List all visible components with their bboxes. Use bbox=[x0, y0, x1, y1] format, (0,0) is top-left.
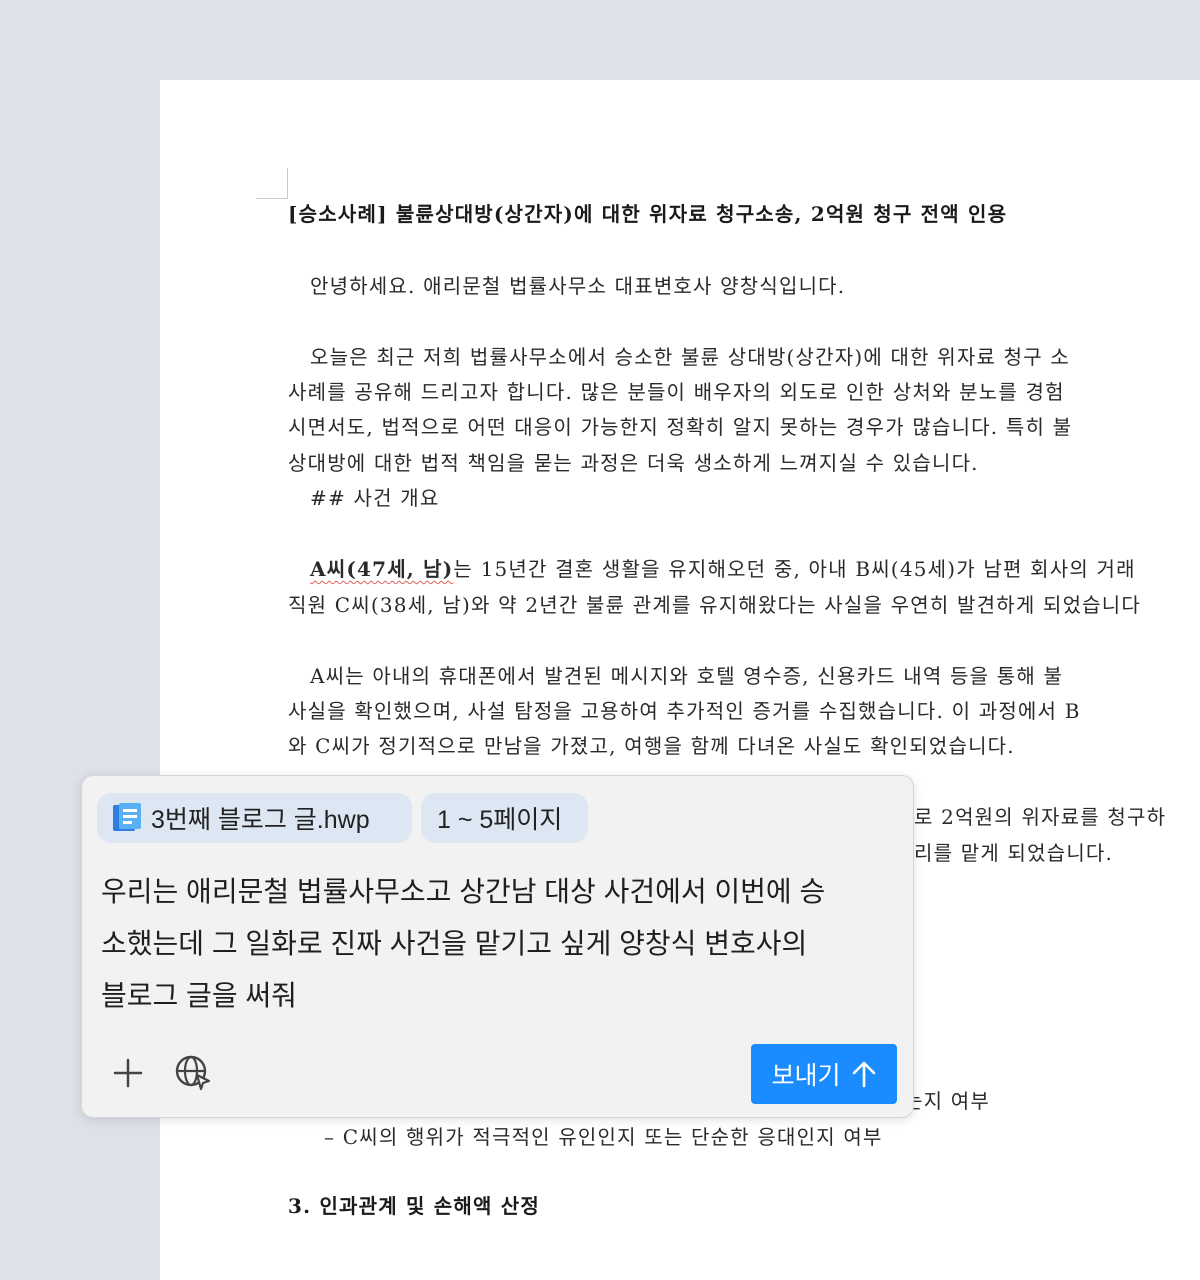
margin-corner-mark bbox=[287, 168, 288, 199]
prompt-line: 우리는 애리문철 법률사무소고 상간남 대상 사건에서 이번에 승 bbox=[101, 876, 826, 907]
paragraph-line: 상대방에 대한 법적 책임을 묻는 과정은 더욱 생소하게 느껴지실 수 있습니… bbox=[288, 451, 979, 475]
section-heading: 3. 인과관계 및 손해액 산정 bbox=[288, 1194, 540, 1218]
arrow-up-icon bbox=[852, 1061, 875, 1088]
paragraph-line: 사례를 공유해 드리고자 합니다. 많은 분들이 배우자의 외도로 인한 상처와… bbox=[288, 380, 1065, 404]
page-range-label: 1 ~ 5페이지 bbox=[437, 806, 563, 834]
add-attachment-button[interactable] bbox=[104, 1049, 152, 1097]
ai-chat-panel: 3번째 블로그 글.hwp 1 ~ 5페이지 우리는 애리문철 법률사무소고 상… bbox=[81, 775, 914, 1118]
bold-subject: A씨(47세, 남) bbox=[310, 557, 454, 581]
globe-cursor-icon bbox=[175, 1055, 211, 1091]
send-label: 보내기 bbox=[771, 1062, 841, 1090]
paragraph-fragment: 리를 맡게 되었습니다. bbox=[914, 841, 1114, 865]
margin-corner-mark bbox=[256, 198, 288, 199]
file-name: 3번째 블로그 글.hwp bbox=[151, 806, 370, 834]
web-search-button[interactable] bbox=[169, 1049, 217, 1097]
section-heading: ## 사건 개요 bbox=[310, 486, 440, 510]
bullet-item: – C씨의 행위가 적극적인 유인인지 또는 단순한 응대인지 여부 bbox=[324, 1125, 883, 1149]
page-range-chip[interactable]: 1 ~ 5페이지 bbox=[421, 793, 588, 843]
prompt-line: 블로그 글을 써줘 bbox=[101, 980, 297, 1011]
paragraph-line: 시면서도, 법적으로 어떤 대응이 가능한지 정확히 알지 못하는 경우가 많습… bbox=[288, 415, 1073, 439]
paragraph-line: 와 C씨가 정기적으로 만남을 가졌고, 여행을 함께 다녀온 사실도 확인되었… bbox=[288, 734, 1015, 758]
send-button[interactable]: 보내기 bbox=[751, 1044, 897, 1104]
paragraph-fragment: 로 2억원의 위자료를 청구하 bbox=[914, 805, 1167, 829]
prompt-line: 소했는데 그 일화로 진짜 사건을 맡기고 싶게 양창식 변호사의 bbox=[101, 928, 808, 959]
paragraph-text: 는 15년간 결혼 생활을 유지해오던 중, 아내 B씨(45세)가 남편 회사… bbox=[453, 557, 1136, 581]
paragraph-line: 사실을 확인했으며, 사설 탐정을 고용하여 추가적인 증거를 수집했습니다. … bbox=[288, 699, 1081, 723]
paragraph-fragment: 는지 여부 bbox=[904, 1089, 990, 1113]
attached-file-chip[interactable]: 3번째 블로그 글.hwp bbox=[97, 793, 412, 843]
paragraph-line: A씨는 아내의 휴대폰에서 발견된 메시지와 호텔 영수증, 신용카드 내역 등… bbox=[310, 664, 1064, 688]
prompt-input[interactable]: 우리는 애리문철 법률사무소고 상간남 대상 사건에서 이번에 승 소했는데 그… bbox=[101, 866, 891, 1022]
paragraph-line: 직원 C씨(38세, 남)와 약 2년간 불륜 관계를 유지해왔다는 사실을 우… bbox=[288, 593, 1141, 617]
plus-icon bbox=[113, 1058, 143, 1088]
paragraph-line: 오늘은 최근 저희 법률사무소에서 승소한 불륜 상대방(상간자)에 대한 위자… bbox=[310, 345, 1070, 369]
paragraph-line: A씨(47세, 남)는 15년간 결혼 생활을 유지해오던 중, 아내 B씨(4… bbox=[310, 553, 1136, 582]
document-title: [승소사례] 불륜상대방(상간자)에 대한 위자료 청구소송, 2억원 청구 전… bbox=[288, 202, 1008, 226]
greeting-paragraph: 안녕하세요. 애리문철 법률사무소 대표변호사 양창식입니다. bbox=[310, 274, 846, 298]
hwp-file-icon bbox=[113, 803, 141, 831]
